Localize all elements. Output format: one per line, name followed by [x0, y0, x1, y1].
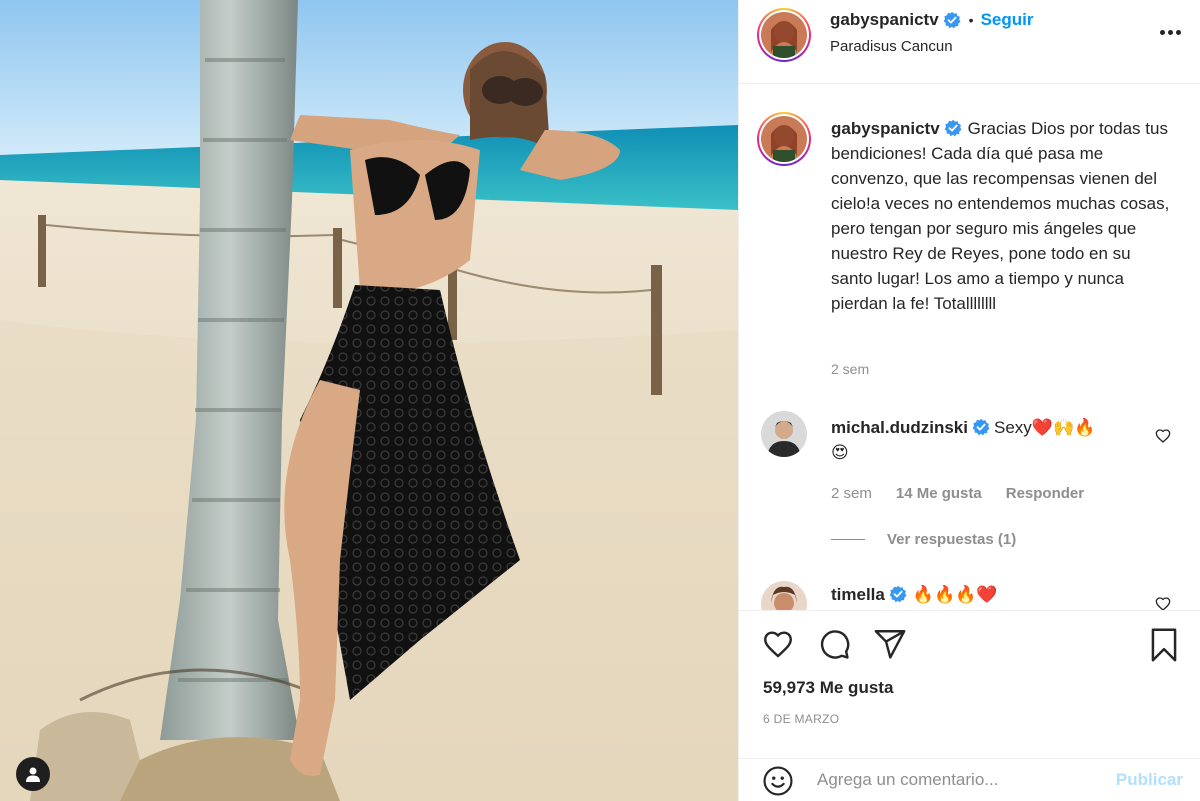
post-sidebar: gabyspanictv • Seguir Paradisus Cancun g… [738, 0, 1200, 801]
avatar-image [761, 581, 807, 610]
author-username[interactable]: gabyspanictv [830, 10, 939, 30]
comment-username[interactable]: michal.dudzinski [831, 418, 968, 437]
like-heart-icon[interactable] [761, 627, 795, 661]
post-photo[interactable] [0, 0, 738, 801]
comment-timestamp[interactable]: 2 sem [831, 485, 872, 502]
like-comment-heart-icon[interactable] [1155, 428, 1171, 444]
comments-list[interactable]: gabyspanictv Gracias Dios por todas tus … [739, 85, 1200, 610]
avatar-image [761, 411, 807, 457]
commenter-avatar[interactable] [761, 581, 807, 610]
verified-badge-icon [943, 11, 961, 29]
comment-emoji-line2: 😍 [831, 443, 849, 462]
likes-count[interactable]: 59,973 Me gusta [763, 678, 893, 698]
verified-badge-icon [889, 585, 907, 603]
post-location[interactable]: Paradisus Cancun [830, 38, 953, 55]
beach-photo-illustration [0, 0, 738, 801]
view-replies-label: Ver respuestas (1) [887, 531, 1017, 548]
post-actions: 59,973 Me gusta 6 DE MARZO [739, 610, 1200, 758]
post-date[interactable]: 6 DE MARZO [763, 712, 839, 726]
more-horizontal-icon[interactable] [1160, 30, 1181, 35]
comment-text: Sexy [993, 418, 1032, 437]
like-comment-heart-icon[interactable] [1155, 596, 1171, 610]
commenter-avatar[interactable] [761, 411, 807, 457]
author-avatar[interactable] [757, 8, 811, 62]
comment-text-block: michal.dudzinski Sexy❤️🙌🔥 😍 [831, 415, 1131, 465]
replies-divider-line [831, 539, 865, 540]
save-bookmark-icon[interactable] [1147, 627, 1181, 663]
share-paper-plane-icon[interactable] [873, 627, 907, 661]
verified-badge-icon [944, 119, 962, 137]
reply-button[interactable]: Responder [1006, 485, 1084, 502]
caption-username[interactable]: gabyspanictv [831, 119, 940, 138]
caption-timestamp[interactable]: 2 sem [831, 361, 869, 377]
comment-username[interactable]: timella [831, 585, 885, 604]
comment-text-block: timella 🔥🔥🔥❤️ [831, 582, 1131, 607]
user-icon [26, 767, 40, 782]
comment-bubble-icon[interactable] [817, 627, 851, 661]
separator-dot: • [968, 12, 974, 28]
comment-likes[interactable]: 14 Me gusta [896, 485, 982, 502]
verified-badge-icon [972, 418, 990, 436]
caption-author-avatar[interactable] [757, 112, 811, 166]
tagged-users-button[interactable] [16, 757, 50, 791]
emoji-smile-icon[interactable] [761, 764, 795, 798]
comment-input[interactable] [817, 767, 1067, 793]
post-caption: gabyspanictv Gracias Dios por todas tus … [831, 116, 1171, 316]
avatar-image [761, 12, 807, 58]
publish-button[interactable]: Publicar [1116, 770, 1183, 790]
view-replies-button[interactable]: Ver respuestas (1) [831, 531, 1016, 548]
post-header: gabyspanictv • Seguir Paradisus Cancun [739, 0, 1200, 84]
add-comment-bar: Publicar [739, 758, 1200, 801]
comment-meta: 2 sem 14 Me gusta Responder [831, 485, 1084, 502]
caption-text: Gracias Dios por todas tus bendiciones! … [831, 119, 1170, 313]
avatar-image [761, 116, 807, 162]
follow-button[interactable]: Seguir [981, 10, 1034, 30]
comment-emojis: 🔥🔥🔥❤️ [912, 585, 998, 604]
comment-emojis: ❤️🙌🔥 [1031, 418, 1096, 437]
